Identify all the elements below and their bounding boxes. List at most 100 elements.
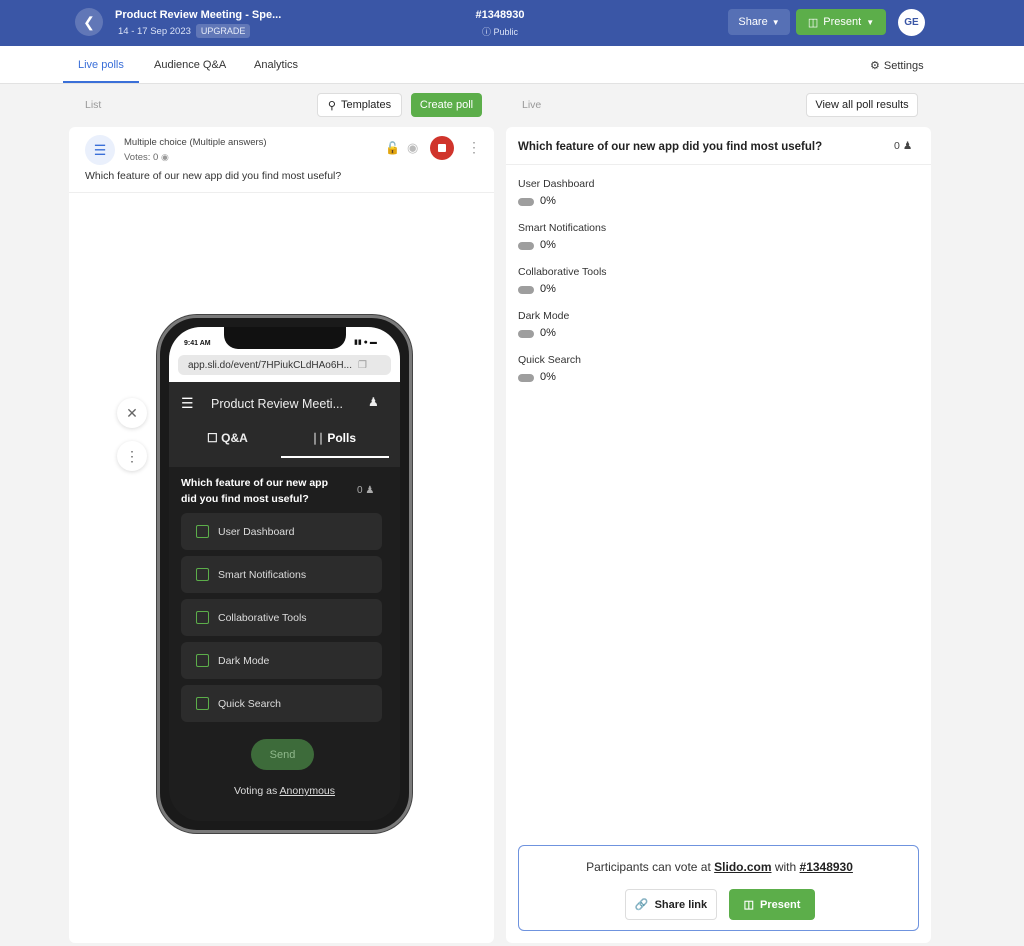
result-label: User Dashboard [518,178,595,190]
eye-icon[interactable]: ◉ [407,140,418,156]
tab-live-polls[interactable]: Live polls [78,59,124,71]
eye-icon: ◉ [160,152,169,162]
search-icon: ⚲ [327,99,336,112]
phone-option-label: Dark Mode [218,654,270,667]
url-bar: app.sli.do/event/7HPiukCLdHAo6H... ❐ [178,355,391,375]
create-poll-button[interactable]: Create poll [411,93,482,117]
user-icon: ♟ [368,395,379,409]
participation-info-text: Participants can vote at Slido.com with … [519,860,920,874]
settings-label: Settings [883,59,924,72]
votes-label: Votes: 0 [124,152,159,163]
live-participants: 0 ♟ [894,140,912,152]
result-label: Dark Mode [518,310,570,322]
present-label: Present [823,16,862,28]
visibility-label: Public [493,27,519,37]
link-icon: 🔗 [634,899,649,911]
poll-question: Which feature of our new app did you fin… [85,170,342,182]
more-vertical-icon: ⋮ [125,447,139,464]
result-label: Smart Notifications [518,222,607,234]
phone-participants: 0 ♟ [357,485,374,496]
phone-option-label: Collaborative Tools [218,611,307,624]
phone-option: Dark Mode [181,642,382,679]
info-site-link[interactable]: Slido.com [714,860,771,874]
phone-option: User Dashboard [181,513,382,550]
visibility-status[interactable]: ⓘ Public [470,25,530,38]
view-all-results-button[interactable]: View all poll results [806,93,918,117]
result-bar [518,330,534,338]
phone-voting-as: Voting as Anonymous [169,785,400,797]
result-label: Quick Search [518,354,582,366]
event-code[interactable]: #1348930 [470,9,530,21]
phone-send-button: Send [251,739,314,770]
close-preview-button[interactable]: ✕ [117,398,147,428]
list-section-label: List [85,99,102,111]
share-link-button[interactable]: 🔗 Share link [625,889,717,920]
checkbox-icon [196,654,209,667]
result-percent: 0% [540,239,556,251]
live-results-card: Which feature of our new app did you fin… [506,127,931,943]
presentation-icon: ◫ [743,899,755,911]
users-icon: ♟ [365,485,375,496]
result-label: Collaborative Tools [518,266,607,278]
checkbox-icon [196,697,209,710]
phone-app-bar: ☰ Product Review Meeti... ♟ ☐ Q&A ∣∣ Pol… [169,382,400,467]
preview-more-button[interactable]: ⋮ [117,441,147,471]
avatar[interactable]: GE [898,9,925,36]
tab-bar: Live polls Audience Q&A Analytics ⚙ Sett… [0,46,1024,84]
event-dates-row: 14 - 17 Sep 2023 UPGRADE [118,24,251,38]
tab-audience-qa[interactable]: Audience Q&A [154,59,226,71]
copy-icon: ❐ [357,359,367,371]
divider [506,164,931,165]
lock-icon[interactable]: 🔓 [385,141,400,155]
phone-tab-qa-label: Q&A [221,431,248,445]
phone-tab-qa: ☐ Q&A [207,431,248,445]
back-button[interactable]: ❮ [75,8,103,36]
phone-option: Collaborative Tools [181,599,382,636]
phone-time: 9:41 AM [184,340,211,347]
tab-analytics[interactable]: Analytics [254,59,298,71]
present-label-bottom: Present [760,898,801,911]
result-bar [518,374,534,382]
share-button[interactable]: Share ▼ [728,9,790,35]
stop-poll-button[interactable] [430,136,454,160]
present-button[interactable]: ◫ Present ▼ [796,9,886,35]
upgrade-badge[interactable]: UPGRADE [195,24,251,38]
poll-item[interactable]: ☰ Multiple choice (Multiple answers) Vot… [69,127,494,193]
present-button-bottom[interactable]: ◫ Present [729,889,815,920]
result-bar [518,242,534,250]
phone-option-label: Smart Notifications [218,568,307,581]
top-bar: ❮ Product Review Meeting - Spe... 14 - 1… [0,0,1024,46]
voting-as-prefix: Voting as [234,785,280,797]
phone-tab-polls: ∣∣ Polls [312,431,356,445]
settings-button[interactable]: ⚙ Settings [870,59,924,73]
checkbox-icon [196,611,209,624]
url-text: app.sli.do/event/7HPiukCLdHAo6H... [188,359,352,371]
event-dates: 14 - 17 Sep 2023 [118,25,191,37]
checkbox-icon [196,568,209,581]
stop-icon [438,144,446,152]
phone-notch [224,327,346,349]
phone-option-label: Quick Search [218,697,282,710]
phone-participant-count: 0 [357,485,363,496]
result-percent: 0% [540,371,556,383]
event-title[interactable]: Product Review Meeting - Spe... [115,9,281,21]
checkbox-icon [196,525,209,538]
templates-button[interactable]: ⚲ Templates [317,93,402,117]
templates-label: Templates [340,99,392,111]
live-question: Which feature of our new app did you fin… [518,141,823,153]
result-bar [518,198,534,206]
info-code-link[interactable]: #1348930 [800,860,853,874]
caret-down-icon: ▼ [771,17,780,27]
signal-wifi-battery-icon: ▮▮ ● ▬ [354,339,377,346]
caret-down-icon: ▼ [866,17,875,27]
phone-poll-question: Which feature of our new app did you fin… [181,477,329,505]
bar-chart-icon: ∣∣ [312,431,324,445]
result-percent: 0% [540,283,556,295]
phone-option: Quick Search [181,685,382,722]
list-icon: ☰ [85,135,115,165]
phone-active-tab-indicator [281,456,389,458]
active-tab-indicator [63,81,139,83]
users-icon: ♟ [902,140,913,152]
more-options-icon[interactable]: ⋮ [467,139,481,156]
live-participant-count: 0 [894,140,900,152]
